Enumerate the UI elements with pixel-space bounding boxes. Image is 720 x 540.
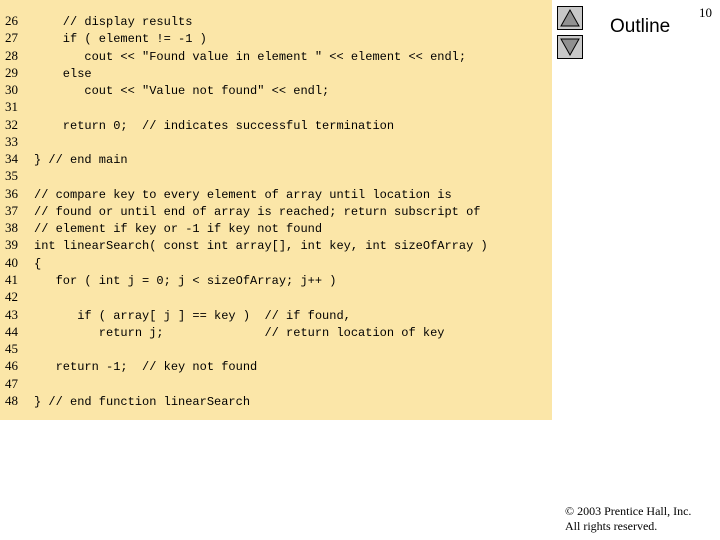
- code-text: // found or until end of array is reache…: [34, 204, 481, 219]
- code-line: 36 // compare key to every element of arr…: [0, 185, 488, 202]
- code-text: cout << "Found value in element " << ele…: [34, 49, 467, 64]
- code-text: // display results: [34, 15, 193, 29]
- line-number: 37: [5, 202, 18, 218]
- line-number: 44: [5, 323, 18, 339]
- code-text: if ( array[ j ] == key ) // if found,: [34, 308, 351, 323]
- code-line: 33: [0, 133, 488, 150]
- copyright-notice: © 2003 Prentice Hall, Inc. All rights re…: [565, 504, 691, 534]
- line-number: 27: [5, 30, 18, 46]
- code-text: // element if key or -1 if key not found: [34, 222, 323, 237]
- line-number: 38: [5, 220, 18, 236]
- code-line: 37 // found or until end of array is reac…: [0, 202, 488, 219]
- line-number: 33: [5, 133, 18, 149]
- code-line: 44 return j; // return location of key: [0, 323, 488, 340]
- outline-label: Outline: [610, 16, 671, 37]
- line-number: 34: [5, 151, 18, 167]
- rights-line: All rights reserved.: [565, 519, 658, 533]
- code-text: cout << "Value not found" << endl;: [34, 84, 330, 99]
- code-line: 47: [0, 375, 488, 392]
- line-number: 32: [5, 116, 18, 132]
- line-number: 42: [5, 289, 18, 305]
- line-number: 29: [5, 64, 18, 80]
- code-text: if ( element != -1 ): [34, 32, 207, 47]
- code-text: return j; // return location of key: [34, 325, 445, 340]
- line-number: 28: [5, 47, 18, 63]
- code-line: 42: [0, 288, 488, 305]
- line-number: 40: [5, 254, 18, 270]
- line-number: 35: [5, 168, 18, 184]
- code-line: 45: [0, 340, 488, 357]
- code-line: 26 // display results: [0, 12, 488, 29]
- code-text: return 0; // indicates successful termin…: [34, 118, 395, 133]
- copyright-line: © 2003 Prentice Hall, Inc.: [565, 504, 692, 518]
- code-line: 32 return 0; // indicates successful ter…: [0, 116, 488, 133]
- code-line: 29 else: [0, 64, 488, 81]
- code-text: else: [34, 66, 92, 81]
- line-number: 46: [5, 358, 18, 374]
- code-text: // compare key to every element of array…: [34, 187, 452, 202]
- code-text: int linearSearch( const int array[], int…: [34, 239, 488, 254]
- line-number: 47: [5, 375, 18, 391]
- code-text: return -1; // key not found: [34, 360, 258, 375]
- code-line: 41 for ( int j = 0; j < sizeOfArray; j++…: [0, 271, 488, 288]
- code-line: 38 // element if key or -1 if key not fou…: [0, 219, 488, 236]
- code-line: 43 if ( array[ j ] == key ) // if found,: [0, 306, 488, 323]
- next-slide-button[interactable]: [557, 35, 583, 59]
- code-line: 34 } // end main: [0, 150, 488, 167]
- line-number: 41: [5, 271, 18, 287]
- code-text: for ( int j = 0; j < sizeOfArray; j++ ): [34, 273, 337, 288]
- code-panel: 26 // display results 27 if ( element != …: [0, 0, 552, 420]
- code-text: } // end main: [34, 153, 128, 168]
- line-number: 43: [5, 306, 18, 322]
- triangle-up-icon: [560, 9, 580, 27]
- code-line: 35: [0, 167, 488, 184]
- line-number: 26: [5, 13, 18, 28]
- code-listing: 26 // display results 27 if ( element != …: [0, 12, 488, 409]
- line-number: 45: [5, 341, 18, 357]
- code-line: 28 cout << "Found value in element " << …: [0, 47, 488, 64]
- code-line: 39 int linearSearch( const int array[], i…: [0, 236, 488, 253]
- code-text: {: [34, 256, 42, 271]
- line-number: 30: [5, 82, 18, 98]
- line-number: 31: [5, 99, 18, 115]
- code-text: } // end function linearSearch: [34, 394, 251, 409]
- line-number: 36: [5, 185, 18, 201]
- triangle-down-icon: [560, 38, 580, 56]
- code-line: 30 cout << "Value not found" << endl;: [0, 81, 488, 98]
- previous-slide-button[interactable]: [557, 6, 583, 30]
- code-line: 46 return -1; // key not found: [0, 357, 488, 374]
- code-line: 31: [0, 98, 488, 115]
- code-line: 40 {: [0, 254, 488, 271]
- page-number: 10: [699, 5, 712, 20]
- line-number: 39: [5, 237, 18, 253]
- line-number: 48: [5, 392, 18, 408]
- code-line: 48 } // end function linearSearch: [0, 392, 488, 409]
- code-line: 27 if ( element != -1 ): [0, 29, 488, 46]
